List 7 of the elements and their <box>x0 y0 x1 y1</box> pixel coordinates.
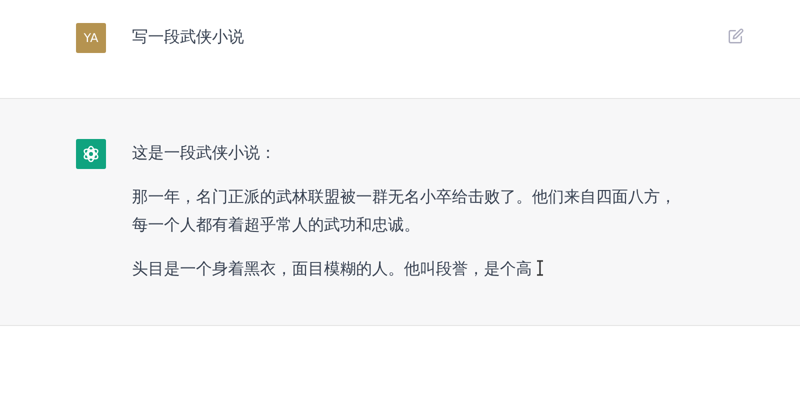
user-avatar: YA <box>76 23 106 53</box>
response-paragraph: 这是一段武侠小说： <box>132 142 277 164</box>
response-paragraph: 那一年，名门正派的武林联盟被一群无名小卒给击败了。他们来自四面八方，每一个人都有着超乎常人的武功和忠诚。 <box>132 186 677 236</box>
user-message: 写一段武侠小说 <box>132 26 245 48</box>
text-cursor-icon <box>536 260 544 276</box>
response-paragraph: 头目是一个身着黑衣，面目模糊的人。他叫段誉，是个高 <box>132 259 532 278</box>
assistant-logo-icon <box>76 139 106 169</box>
